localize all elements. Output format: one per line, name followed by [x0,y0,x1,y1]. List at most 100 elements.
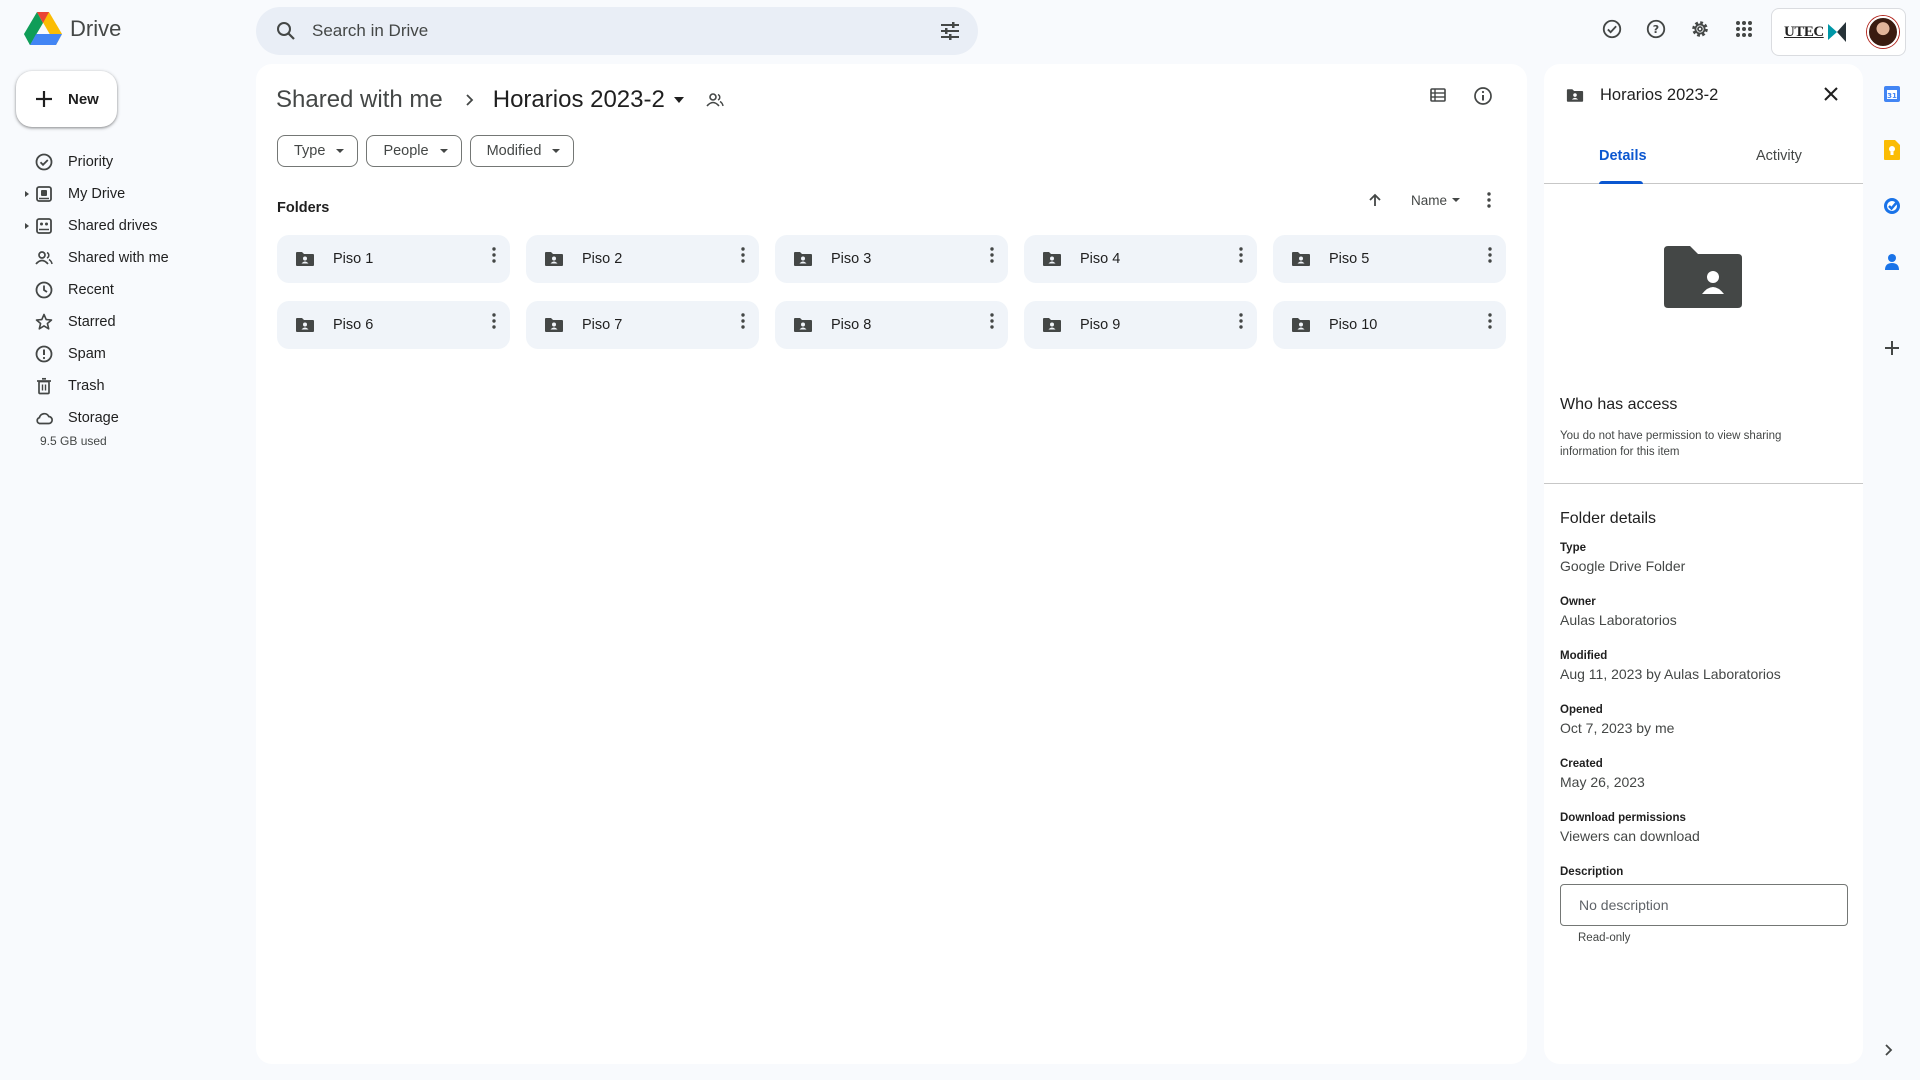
sidebar-item-my-drive[interactable]: My Drive [0,178,248,210]
tab-details[interactable]: Details [1599,148,1647,164]
filter-modified-chip[interactable]: Modified [469,135,575,167]
dropdown-arrow-icon [336,149,345,153]
prop-label: Modified [1560,650,1608,662]
sidebar-item-spam[interactable]: Spam [0,338,248,370]
sidebar-item-shared-with-me[interactable]: Shared with me [0,242,248,274]
more-vert-icon[interactable] [492,313,496,329]
filter-type-chip[interactable]: Type [277,135,359,167]
breadcrumb-current-folder[interactable]: Horarios 2023-2 [493,86,665,114]
expand-caret-icon[interactable] [23,190,31,198]
sidebar-item-storage[interactable]: Storage [0,402,248,434]
storage-used-text: 9.5 GB used [40,434,107,448]
tasks-app-icon[interactable] [1876,190,1908,222]
prop-value: Oct 7, 2023 by me [1560,720,1675,736]
info-icon[interactable] [1473,86,1493,106]
ready-for-offline-icon[interactable] [1596,13,1628,45]
sidebar-item-trash[interactable]: Trash [0,370,248,402]
more-vert-icon[interactable] [1488,313,1492,329]
new-button[interactable]: New [16,71,117,127]
description-input[interactable] [1579,897,1847,913]
filter-chips: Type People Modified [277,135,575,167]
dropdown-arrow-icon[interactable] [1451,197,1461,203]
more-vert-icon[interactable] [1488,247,1492,263]
active-tab-indicator [1599,181,1643,184]
shared-folder-icon [1043,252,1061,266]
expand-side-panel-chevron-icon[interactable] [1884,1043,1894,1057]
close-icon[interactable] [1823,86,1839,102]
shared-folder-icon [1292,252,1310,266]
folder-tile[interactable]: Piso 10 [1273,301,1506,349]
shared-folder-icon [545,318,563,332]
search-input[interactable] [312,21,938,41]
folder-tile[interactable]: Piso 6 [277,301,510,349]
prop-value: May 26, 2023 [1560,774,1645,790]
more-vert-icon[interactable] [1487,192,1491,208]
keep-app-icon[interactable] [1876,134,1908,166]
folder-tile[interactable]: Piso 8 [775,301,1008,349]
more-vert-icon[interactable] [492,247,496,263]
more-vert-icon[interactable] [741,247,745,263]
settings-gear-icon[interactable] [1684,13,1716,45]
sidebar-item-label: Storage [68,410,119,426]
folder-name: Piso 8 [831,317,872,333]
star-icon [35,313,53,330]
folder-grid: Piso 1 Piso 2 Piso 3 Piso 4 Piso 5 Piso … [277,235,1506,349]
folder-tile[interactable]: Piso 3 [775,235,1008,283]
who-has-access-text: You do not have permission to view shari… [1560,430,1782,458]
shared-people-icon[interactable] [705,91,725,109]
details-panel: Horarios 2023-2 Details Activity Who has… [1544,64,1863,1064]
avatar[interactable] [1867,16,1899,48]
account-switcher[interactable]: UTEC [1771,8,1906,56]
clock-icon [35,281,53,299]
drive-logo[interactable]: Drive [24,12,121,46]
help-icon[interactable]: ? [1640,13,1672,45]
more-vert-icon[interactable] [1239,247,1243,263]
prop-value: Aug 11, 2023 by Aulas Laboratorios [1560,666,1781,682]
prop-label: Opened [1560,704,1603,716]
trash-icon [37,377,51,395]
sidebar-item-recent[interactable]: Recent [0,274,248,306]
sidebar-item-shared-drives[interactable]: Shared drives [0,210,248,242]
more-vert-icon[interactable] [990,247,994,263]
more-vert-icon[interactable] [741,313,745,329]
prop-owner: Owner Aulas Laboratorios [1560,596,1677,628]
filter-people-chip[interactable]: People [366,135,462,167]
who-has-access-title: Who has access [1560,396,1678,413]
tab-activity[interactable]: Activity [1756,148,1802,164]
folder-tile[interactable]: Piso 9 [1024,301,1257,349]
description-field[interactable] [1560,884,1848,926]
search-bar[interactable] [256,7,978,55]
more-vert-icon[interactable] [990,313,994,329]
search-options-icon[interactable] [938,19,962,43]
folder-tile[interactable]: Piso 4 [1024,235,1257,283]
folder-tile[interactable]: Piso 7 [526,301,759,349]
sort-by-name-button[interactable]: Name [1411,193,1447,208]
plus-icon [36,91,52,107]
folder-name: Piso 6 [333,317,374,333]
calendar-app-icon[interactable]: 31 [1876,78,1908,110]
sidebar-item-label: Spam [68,346,106,362]
shared-folder-icon [545,252,563,266]
more-vert-icon[interactable] [1239,313,1243,329]
folder-name: Piso 9 [1080,317,1121,333]
dropdown-arrow-icon [552,149,561,153]
sort-direction-arrow-up-icon[interactable] [1367,192,1383,208]
contacts-app-icon[interactable] [1876,246,1908,278]
breadcrumb-shared-with-me[interactable]: Shared with me [276,86,443,114]
folder-tile[interactable]: Piso 1 [277,235,510,283]
folder-name: Piso 7 [582,317,623,333]
folder-tile[interactable]: Piso 5 [1273,235,1506,283]
add-app-plus-icon[interactable] [1876,332,1908,364]
sidebar-item-label: Trash [68,378,105,394]
list-view-icon[interactable] [1429,86,1447,104]
prop-value: Google Drive Folder [1560,558,1686,574]
search-icon[interactable] [274,19,298,43]
sidebar-item-label: My Drive [68,186,126,202]
expand-caret-icon[interactable] [23,222,31,230]
apps-grid-icon[interactable] [1728,13,1760,45]
sidebar-item-priority[interactable]: Priority [0,146,248,178]
folder-name: Piso 4 [1080,251,1121,267]
folder-tile[interactable]: Piso 2 [526,235,759,283]
dropdown-arrow-icon[interactable] [673,96,685,104]
sidebar-item-starred[interactable]: Starred [0,306,248,338]
